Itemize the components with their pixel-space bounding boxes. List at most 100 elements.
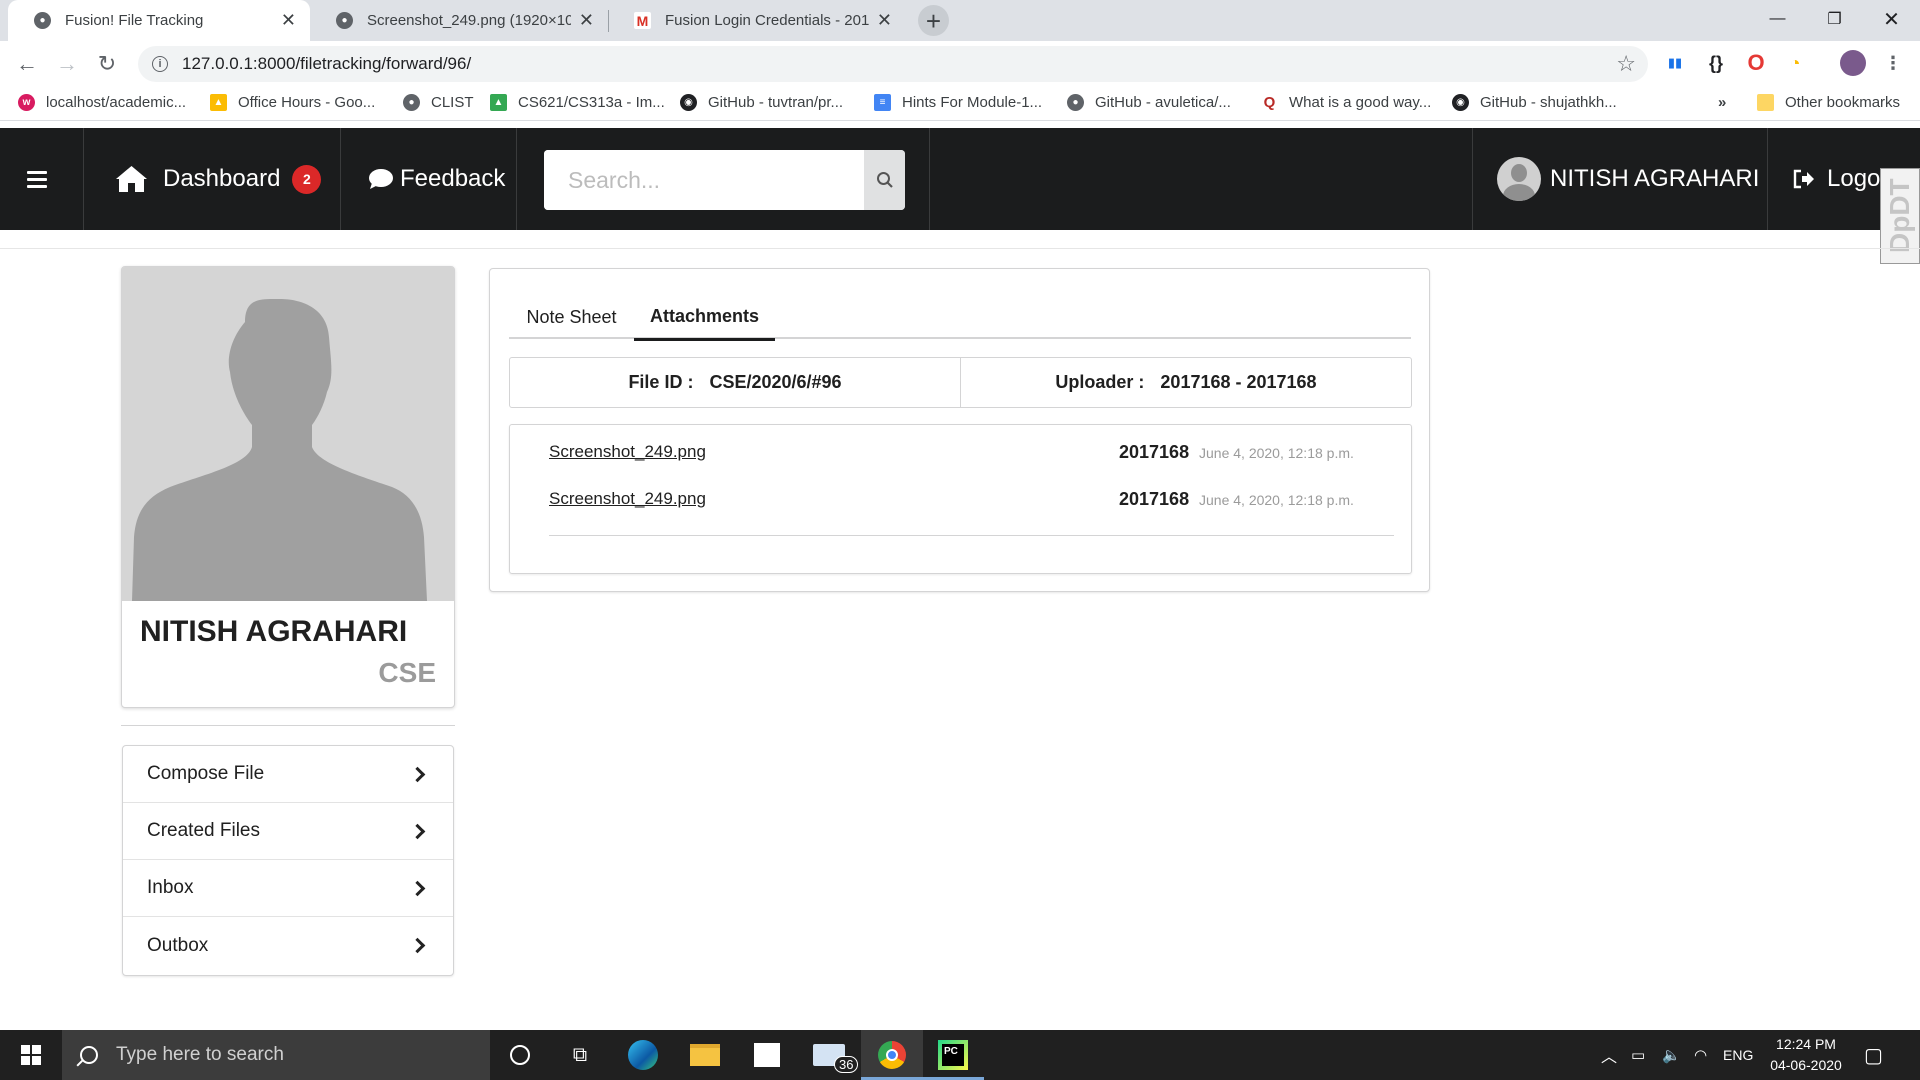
attachment-link[interactable]: Screenshot_249.png bbox=[549, 442, 706, 462]
forward-arrow-icon[interactable]: → bbox=[52, 49, 82, 79]
cortana-button[interactable] bbox=[489, 1030, 551, 1080]
file-id-value: CSE/2020/6/#96 bbox=[709, 372, 842, 392]
browser-tab-fusion-file-tracking[interactable]: ● Fusion! File Tracking ✕ bbox=[8, 0, 310, 41]
tab-note-sheet[interactable]: Note Sheet bbox=[509, 295, 634, 339]
bookmark-item[interactable]: Q What is a good way... bbox=[1261, 94, 1431, 111]
show-hidden-icons-button[interactable]: ︿ bbox=[1601, 1030, 1617, 1080]
bookmark-item[interactable]: ▲ Office Hours - Goo... bbox=[210, 94, 375, 111]
globe-icon: ● bbox=[403, 94, 420, 111]
dashboard-label: Dashboard bbox=[163, 165, 281, 192]
store-bag-icon bbox=[754, 1043, 780, 1067]
language-indicator[interactable]: ENG bbox=[1723, 1030, 1753, 1080]
task-view-button[interactable]: ⧉ bbox=[549, 1030, 611, 1080]
nav-divider bbox=[1767, 128, 1768, 230]
nav-divider bbox=[83, 128, 84, 230]
close-tab-icon[interactable]: ✕ bbox=[877, 10, 892, 31]
bookmarks-overflow-button[interactable]: » bbox=[1718, 94, 1726, 111]
globe-icon: ● bbox=[1067, 94, 1084, 111]
edge-taskbar-button[interactable] bbox=[612, 1030, 674, 1080]
windows-start-button[interactable] bbox=[0, 1030, 62, 1080]
quora-icon: Q bbox=[1261, 94, 1278, 111]
clock-time: 12:24 PM bbox=[1776, 1036, 1836, 1052]
battery-icon[interactable]: ▭ bbox=[1631, 1030, 1645, 1080]
tab-attachments[interactable]: Attachments bbox=[634, 295, 775, 341]
taskbar-search-box[interactable]: Type here to search bbox=[62, 1030, 490, 1080]
browser-tab-bar: ● Fusion! File Tracking ✕ ● Screenshot_2… bbox=[0, 0, 1920, 41]
menu-item-created-files[interactable]: Created Files bbox=[123, 803, 453, 860]
address-bar[interactable]: i 127.0.0.1:8000/filetracking/forward/96… bbox=[138, 46, 1648, 82]
bookmark-star-icon[interactable]: ☆ bbox=[1616, 51, 1636, 77]
close-tab-icon[interactable]: ✕ bbox=[579, 10, 594, 31]
info-icon[interactable]: i bbox=[152, 56, 168, 72]
browser-tab-screenshot[interactable]: ● Screenshot_249.png (1920×1080) ✕ bbox=[310, 0, 608, 41]
user-name: NITISH AGRAHARI bbox=[1550, 165, 1760, 192]
reload-icon[interactable]: ↻ bbox=[92, 49, 122, 79]
restore-icon[interactable]: ❐ bbox=[1806, 0, 1863, 38]
bookmark-item[interactable]: ● GitHub - avuletica/... bbox=[1067, 94, 1231, 111]
menu-item-outbox[interactable]: Outbox bbox=[123, 917, 453, 974]
browser-tab-gmail[interactable]: M Fusion Login Credentials - 2017168 ✕ bbox=[608, 0, 906, 41]
system-clock[interactable]: 12:24 PM 04-06-2020 bbox=[1766, 1034, 1846, 1076]
search-input[interactable] bbox=[544, 150, 864, 210]
bookmark-label: Office Hours - Goo... bbox=[238, 94, 376, 111]
attachment-link[interactable]: Screenshot_249.png bbox=[549, 489, 706, 509]
other-bookmarks-folder[interactable]: Other bookmarks bbox=[1757, 94, 1900, 111]
drive-icon: ▲ bbox=[210, 94, 227, 111]
volume-icon[interactable]: 🔈 bbox=[1662, 1030, 1681, 1080]
uploader-label: Uploader : bbox=[1055, 372, 1145, 392]
header-divider bbox=[0, 248, 1920, 249]
search-box bbox=[544, 150, 905, 210]
new-tab-button[interactable]: + bbox=[918, 5, 949, 36]
dashboard-link[interactable]: Dashboard 2 bbox=[115, 128, 322, 230]
minimize-icon[interactable]: — bbox=[1749, 0, 1806, 38]
menu-item-label: Compose File bbox=[147, 763, 265, 784]
close-tab-icon[interactable]: ✕ bbox=[281, 10, 296, 31]
store-button[interactable] bbox=[736, 1030, 798, 1080]
close-window-icon[interactable]: ✕ bbox=[1863, 0, 1920, 38]
home-icon bbox=[116, 166, 147, 192]
opera-icon[interactable]: O bbox=[1745, 50, 1767, 75]
bookmark-item[interactable]: ▲ CS621/CS313a - Im... bbox=[490, 94, 665, 111]
bookmark-item[interactable]: ≡ Hints For Module-1... bbox=[874, 94, 1042, 111]
extension-overlay-badge[interactable]: DpDT bbox=[1880, 168, 1920, 264]
bookmark-item[interactable]: w localhost/academic... bbox=[18, 94, 186, 111]
bookmark-label: CS621/CS313a - Im... bbox=[518, 94, 665, 111]
profile-image bbox=[122, 267, 454, 601]
feedback-link[interactable]: Feedback bbox=[368, 128, 505, 230]
bookmark-item[interactable]: ◉ GitHub - shujathkh... bbox=[1452, 94, 1617, 111]
search-button[interactable] bbox=[864, 150, 905, 210]
mail-taskbar-button[interactable]: 36 bbox=[798, 1030, 860, 1080]
attachment-date: June 4, 2020, 12:18 p.m. bbox=[1199, 445, 1354, 461]
chrome-taskbar-button[interactable] bbox=[861, 1030, 923, 1080]
bookmark-label: GitHub - avuletica/... bbox=[1095, 94, 1231, 111]
user-menu[interactable]: NITISH AGRAHARI bbox=[1497, 128, 1759, 230]
wifi-icon[interactable]: ◠ bbox=[1694, 1030, 1707, 1080]
extension-braces-icon[interactable]: {} bbox=[1705, 52, 1727, 74]
task-view-icon: ⧉ bbox=[572, 1043, 588, 1066]
bookmark-item[interactable]: ◉ GitHub - tuvtran/pr... bbox=[680, 94, 843, 111]
back-arrow-icon[interactable]: ← bbox=[12, 49, 42, 79]
attachments-list: Screenshot_249.png 2017168 June 4, 2020,… bbox=[509, 424, 1412, 574]
menu-item-inbox[interactable]: Inbox bbox=[123, 860, 453, 917]
sidebar-toggle-button[interactable] bbox=[27, 128, 47, 230]
extension-color-icon[interactable]: ◔ bbox=[1784, 52, 1806, 74]
app-navbar: Dashboard 2 Feedback NITISH AGRAHARI Log… bbox=[0, 128, 1920, 230]
drive-icon: ▲ bbox=[490, 94, 507, 111]
profile-name: NITISH AGRAHARI bbox=[140, 615, 408, 648]
profile-department: CSE bbox=[378, 657, 436, 688]
bookmark-item[interactable]: ● CLIST bbox=[403, 94, 474, 111]
pycharm-taskbar-button[interactable]: PC bbox=[922, 1030, 984, 1080]
file-explorer-button[interactable] bbox=[674, 1030, 736, 1080]
notification-badge: 2 bbox=[292, 164, 322, 194]
menu-item-compose-file[interactable]: Compose File bbox=[123, 746, 453, 803]
notification-center-icon[interactable]: ▢ bbox=[1864, 1030, 1883, 1080]
profile-avatar-icon[interactable] bbox=[1840, 50, 1866, 76]
tab-title: Screenshot_249.png (1920×1080) bbox=[367, 12, 571, 29]
globe-icon: ● bbox=[336, 12, 353, 29]
url-text[interactable]: 127.0.0.1:8000/filetracking/forward/96/ bbox=[182, 54, 471, 74]
mail-badge: 36 bbox=[834, 1056, 859, 1073]
extension-flag-icon[interactable]: ▮▮ bbox=[1664, 52, 1686, 74]
folder-icon bbox=[1757, 94, 1774, 111]
windows-logo-icon bbox=[21, 1045, 41, 1065]
chrome-menu-icon[interactable]: ⋮ bbox=[1882, 52, 1904, 74]
